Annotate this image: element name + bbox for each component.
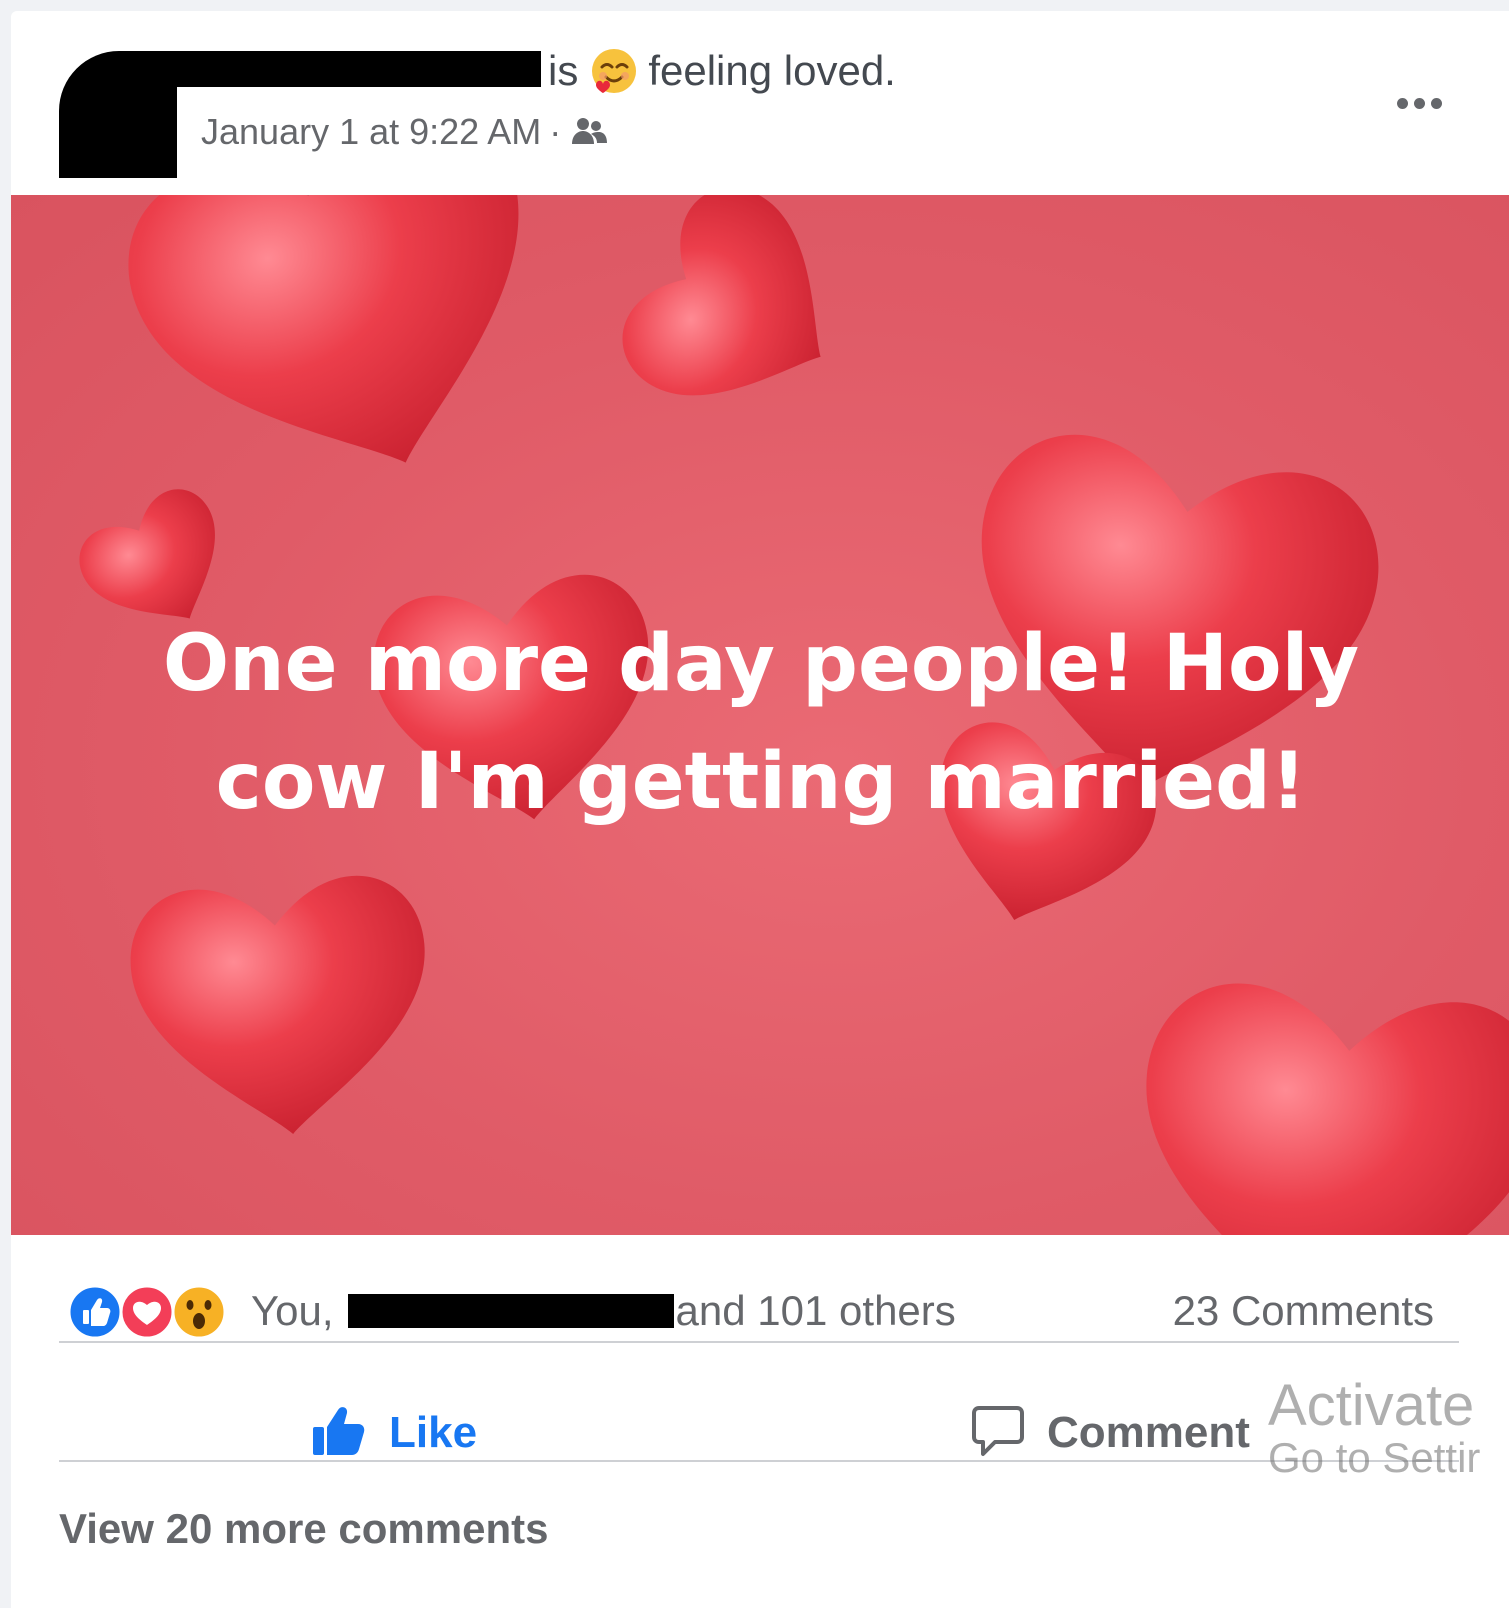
post-timestamp[interactable]: January 1 at 9:22 AM	[201, 111, 541, 153]
post-image-text: One more day people! Holy cow I'm gettin…	[162, 619, 1360, 827]
like-label: Like	[389, 1408, 478, 1457]
reactions-suffix: and 101 others	[675, 1287, 956, 1334]
divider	[59, 1460, 1459, 1462]
like-icon	[67, 1284, 123, 1340]
comment-bubble-icon	[971, 1404, 1025, 1463]
reactor-names-redacted	[347, 1294, 674, 1328]
view-more-comments-link[interactable]: View 20 more comments	[59, 1505, 548, 1553]
comments-count[interactable]: 23 Comments	[1173, 1287, 1434, 1335]
activation-watermark-title: Activate	[1268, 1373, 1475, 1438]
dot-icon	[1396, 97, 1408, 109]
feeling-prefix: is	[548, 47, 579, 94]
wow-icon	[171, 1284, 227, 1340]
post-meta: January 1 at 9:22 AM ·	[201, 111, 609, 153]
like-button[interactable]: Like	[311, 1400, 477, 1466]
post-image[interactable]: One more day people! Holy cow I'm gettin…	[11, 195, 1509, 1235]
reactions-prefix: You,	[251, 1287, 334, 1334]
activation-watermark-subtitle: Go to Settir	[1268, 1434, 1481, 1481]
feeling-line: is feeling loved.	[548, 47, 896, 95]
thumbs-up-icon	[311, 1405, 367, 1462]
reactions-summary: You, and 101 others 23 Comments	[11, 1235, 1509, 1372]
dot-icon	[1413, 97, 1425, 109]
dot-icon	[1430, 97, 1442, 109]
love-icon	[119, 1284, 175, 1340]
smiling-face-with-hearts-icon	[590, 47, 638, 95]
post-card: is feeling loved. January 1 at 9:22 AM ·	[11, 11, 1509, 1608]
post-header: is feeling loved. January 1 at 9:22 AM ·	[11, 11, 1509, 195]
more-options-button[interactable]	[1389, 83, 1449, 123]
friends-icon[interactable]	[569, 114, 609, 150]
author-name-redacted[interactable]	[131, 51, 541, 87]
feeling-text[interactable]: feeling loved.	[648, 47, 896, 95]
comment-label: Comment	[1047, 1408, 1250, 1457]
comment-button[interactable]: Comment	[971, 1400, 1250, 1466]
divider	[59, 1341, 1459, 1343]
meta-separator: ·	[549, 111, 562, 152]
reactions-text[interactable]: You, and 101 others	[251, 1287, 956, 1335]
reaction-icons[interactable]	[63, 1283, 233, 1341]
